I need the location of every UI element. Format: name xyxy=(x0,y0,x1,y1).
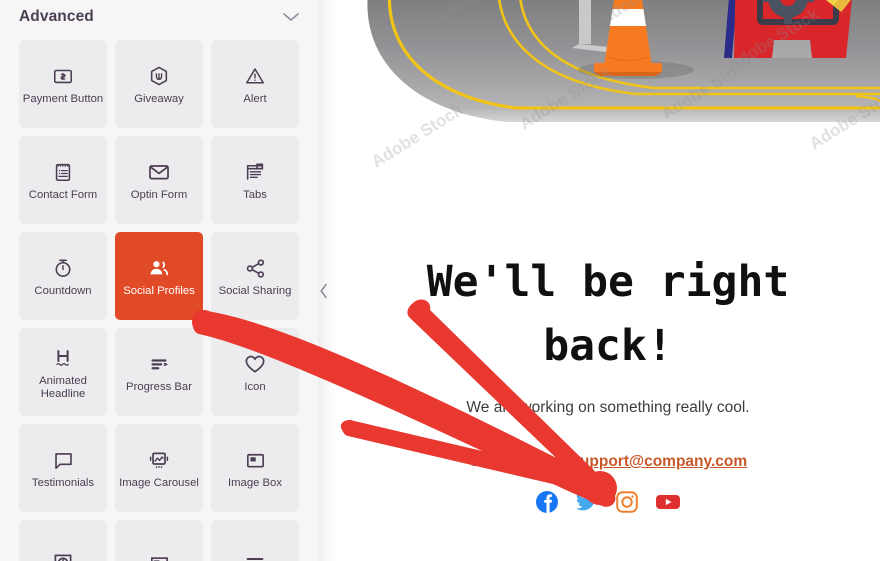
widget-tile-label: Payment Button xyxy=(22,93,104,106)
tabs-icon xyxy=(244,157,266,187)
chevron-left-icon xyxy=(319,283,329,304)
facebook-icon[interactable] xyxy=(535,490,559,514)
widget-grid: Payment Button Giveaway Alert Contact Fo… xyxy=(0,34,318,561)
hero-illustration: Adobe Stock Adobe Stock Adobe Stock Adob… xyxy=(336,0,880,178)
widget-tile-giveaway[interactable]: Giveaway xyxy=(115,40,203,128)
widget-tile-contact-form[interactable]: Contact Form xyxy=(19,136,107,224)
alert-triangle-icon xyxy=(244,61,266,91)
contact-prefix: Contact us at xyxy=(468,453,572,470)
widget-tile-label: Social Sharing xyxy=(218,285,292,298)
widget-tile-social-sharing[interactable]: Social Sharing xyxy=(211,232,299,320)
widget-tile-label: Animated Headline xyxy=(39,374,87,401)
widget-tile-label: Optin Form xyxy=(130,189,188,202)
widget-tile-label: Testimonials xyxy=(31,477,95,490)
widget-tile-animated-headline[interactable]: Animated Headline xyxy=(19,328,107,416)
app-root: Advanced Payment Button Giveaway Alert C… xyxy=(0,0,880,561)
widget-tile-tabs[interactable]: Tabs xyxy=(211,136,299,224)
chevron-down-icon[interactable] xyxy=(282,12,300,22)
widget-tile-alert[interactable]: Alert xyxy=(211,40,299,128)
social-profiles-row xyxy=(336,490,880,514)
contact-form-icon xyxy=(52,157,74,187)
heart-icon xyxy=(243,349,267,379)
page-subtext: We are working on something really cool. xyxy=(466,399,750,416)
widget-tile-optin-form[interactable]: Optin Form xyxy=(115,136,203,224)
panel-title: Advanced xyxy=(19,8,94,25)
widget-tile-label: Countdown xyxy=(34,285,92,298)
giveaway-gift-icon xyxy=(148,61,170,91)
progress-bar-icon xyxy=(147,349,171,379)
collapse-panel-button[interactable] xyxy=(316,282,332,304)
widget-tile-image-carousel[interactable]: Image Carousel xyxy=(115,424,203,512)
animated-headline-icon xyxy=(51,343,75,373)
widget-tile-label: Contact Form xyxy=(28,189,98,202)
widget-tile-lottie-animation[interactable] xyxy=(19,520,107,561)
widget-tile-menu[interactable] xyxy=(211,520,299,561)
image-carousel-icon xyxy=(147,445,171,475)
speech-bubble-icon xyxy=(52,445,75,475)
widget-tile-payment-button[interactable]: Payment Button xyxy=(19,40,107,128)
support-email-link[interactable]: support@company.com xyxy=(571,453,747,470)
widget-panel: Advanced Payment Button Giveaway Alert C… xyxy=(0,0,318,561)
widget-tile-label: Social Profiles xyxy=(123,285,195,298)
widget-tile-image-box[interactable]: Image Box xyxy=(211,424,299,512)
image-box-icon xyxy=(244,445,267,475)
twitter-icon[interactable] xyxy=(575,490,599,514)
widget-tile-text-box[interactable] xyxy=(115,520,203,561)
maintenance-message: We'll be right back! We are working on s… xyxy=(336,178,880,561)
widget-tile-social-profiles[interactable]: Social Profiles xyxy=(115,232,203,320)
payment-card-icon xyxy=(52,61,74,91)
text-box-icon xyxy=(148,548,171,561)
widget-tile-testimonials[interactable]: Testimonials xyxy=(19,424,107,512)
widget-tile-countdown[interactable]: Countdown xyxy=(19,232,107,320)
lottie-animation-icon xyxy=(51,548,75,561)
people-icon xyxy=(147,253,171,283)
contact-line: Contact us at support@company.com xyxy=(336,453,880,471)
widget-tile-icon[interactable]: Icon xyxy=(211,328,299,416)
headline-line-1: We'll be right xyxy=(426,257,790,307)
widget-tile-label: Progress Bar xyxy=(126,381,192,394)
envelope-icon xyxy=(147,157,171,187)
page-headline: We'll be right back! xyxy=(336,250,880,378)
widget-tile-label: Alert xyxy=(243,93,267,106)
widget-tile-label: Tabs xyxy=(243,189,267,202)
instagram-icon[interactable] xyxy=(615,490,639,514)
widget-tile-label: Image Carousel xyxy=(119,477,199,490)
widget-tile-label: Giveaway xyxy=(134,93,184,106)
widget-tile-label: Icon xyxy=(244,381,266,394)
panel-edge-shadow xyxy=(318,0,336,561)
share-icon xyxy=(244,253,267,283)
stopwatch-icon xyxy=(52,253,74,283)
menu-hamburger-icon xyxy=(243,548,267,561)
widget-tile-progress-bar[interactable]: Progress Bar xyxy=(115,328,203,416)
panel-header-advanced[interactable]: Advanced xyxy=(0,0,318,34)
headline-line-2: back! xyxy=(543,321,673,371)
youtube-icon[interactable] xyxy=(655,490,681,514)
widget-tile-label: Image Box xyxy=(227,477,282,490)
page-preview-canvas: Adobe Stock Adobe Stock Adobe Stock Adob… xyxy=(336,0,880,561)
